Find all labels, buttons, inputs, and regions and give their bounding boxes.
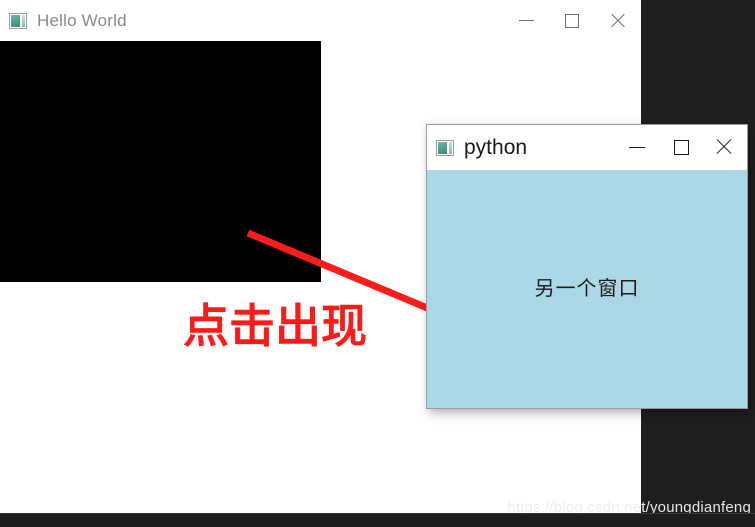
maximize-button[interactable] — [549, 0, 595, 41]
maximize-icon — [673, 140, 689, 155]
python-window-label: 另一个窗口 — [534, 275, 640, 300]
close-icon — [609, 12, 627, 30]
python-window-body: 另一个窗口 — [427, 170, 747, 408]
close-button[interactable] — [595, 0, 641, 41]
python-window-title: python — [464, 135, 528, 159]
black-canvas-panel[interactable] — [0, 41, 321, 282]
maximize-icon — [565, 13, 579, 28]
minimize-icon — [518, 20, 534, 21]
annotation-caption: 点击出现 — [183, 299, 367, 353]
maximize-button[interactable] — [659, 125, 703, 170]
main-window-title: Hello World — [37, 10, 127, 30]
close-icon — [715, 138, 735, 158]
python-window[interactable]: python 另一个窗口 — [426, 124, 748, 409]
minimize-button[interactable] — [615, 125, 659, 170]
main-window-controls — [503, 0, 641, 41]
main-window-titlebar[interactable]: Hello World — [0, 0, 641, 41]
app-window-icon — [9, 12, 27, 29]
app-window-icon — [436, 139, 454, 156]
close-button[interactable] — [703, 125, 747, 170]
python-window-controls — [615, 125, 747, 170]
python-window-titlebar[interactable]: python — [427, 125, 747, 170]
bottom-strip — [0, 513, 755, 527]
minimize-icon — [629, 147, 645, 148]
minimize-button[interactable] — [503, 0, 549, 41]
